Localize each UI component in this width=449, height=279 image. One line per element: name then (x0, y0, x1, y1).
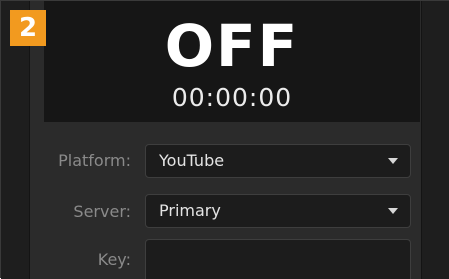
chevron-down-icon (388, 208, 398, 214)
platform-label: Platform: (58, 151, 131, 170)
chevron-down-icon (388, 158, 398, 164)
key-label: Key: (97, 250, 131, 269)
app-frame: OFF 00:00:00 Platform: YouTube Server: P… (0, 0, 449, 279)
platform-select-value: YouTube (159, 151, 225, 170)
stream-key-input[interactable] (145, 239, 411, 279)
stream-timecode: 00:00:00 (171, 83, 293, 112)
right-panel-edge (421, 1, 449, 279)
server-select[interactable]: Primary (145, 194, 411, 228)
stream-state-indicator: OFF (164, 12, 300, 80)
stream-status-display: OFF 00:00:00 (44, 1, 420, 122)
server-select-value: Primary (159, 201, 221, 220)
server-label: Server: (73, 202, 131, 221)
platform-select[interactable]: YouTube (145, 144, 411, 178)
step-number-badge: 2 (10, 10, 46, 46)
